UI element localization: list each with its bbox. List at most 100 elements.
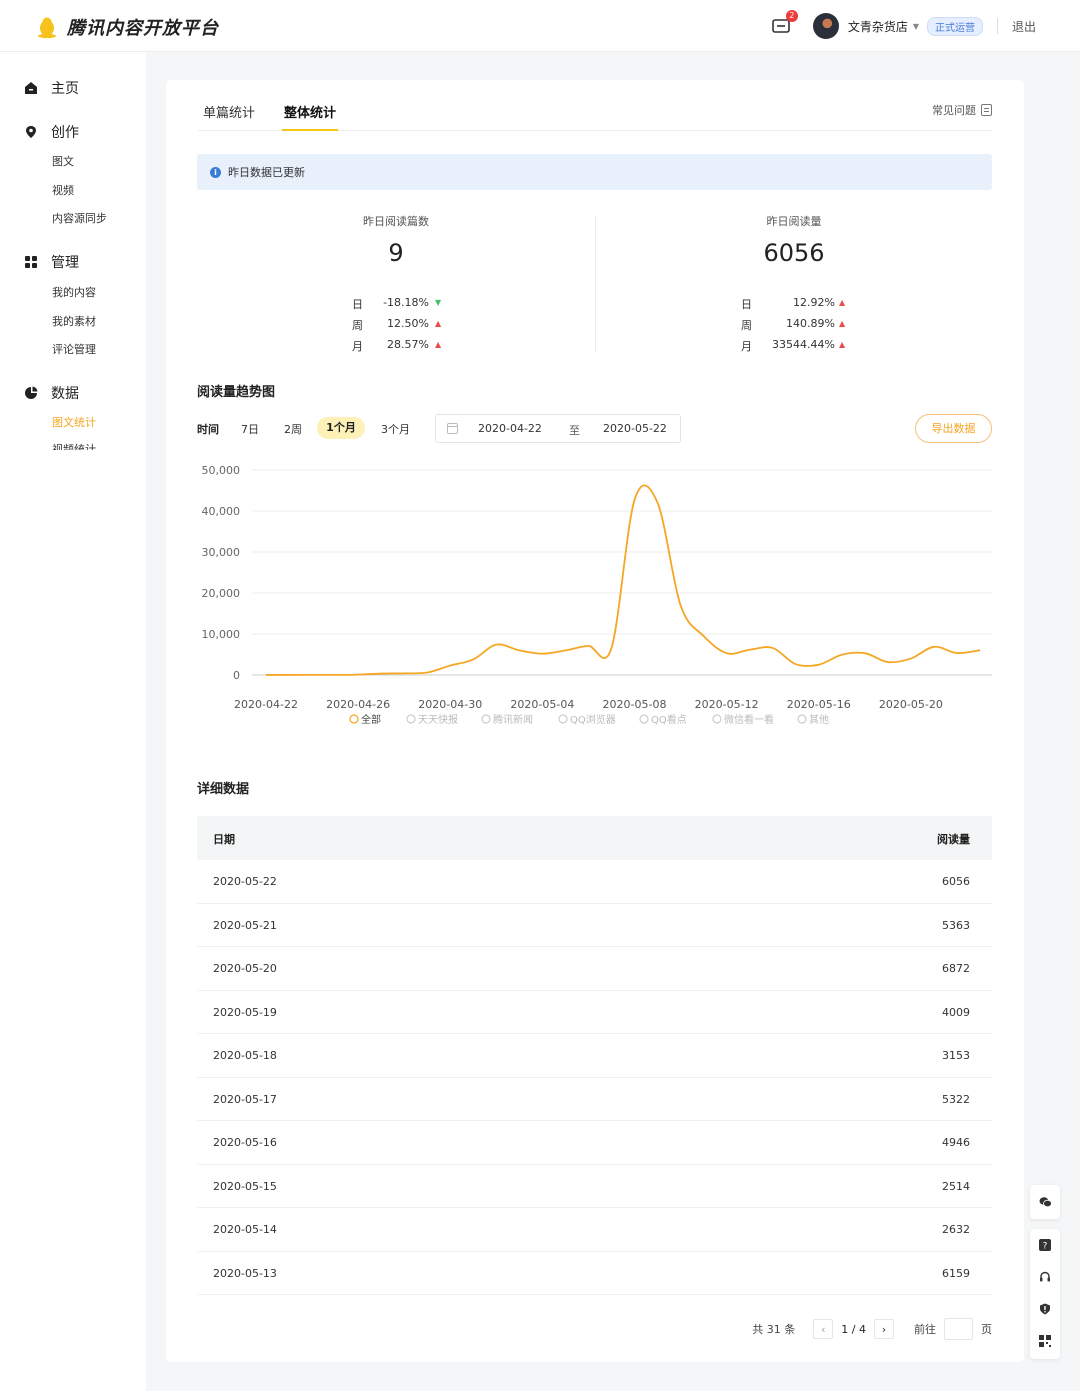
sidebar-item-create[interactable]: 创作 bbox=[24, 122, 79, 142]
sidebar-item-my-material[interactable]: 我的素材 bbox=[52, 313, 96, 329]
row-reads: 5363 bbox=[942, 918, 970, 932]
details-table: 日期 阅读量 2020-05-22 6056 2020-05-21 5363 2020-… bbox=[197, 816, 992, 1295]
wechat-icon bbox=[1039, 1196, 1052, 1208]
x-tick-label: 2020-05-08 bbox=[603, 698, 667, 711]
trend-title: 阅读量趋势图 bbox=[197, 385, 276, 400]
export-data-button[interactable]: 导出数据 bbox=[915, 414, 992, 443]
legend-item: 其他 bbox=[809, 713, 829, 726]
faq-link[interactable]: 常见问题 bbox=[932, 102, 992, 118]
range-1m[interactable]: 1个月 bbox=[317, 417, 365, 439]
legend-marker bbox=[797, 714, 807, 724]
top-header: 腾讯内容开放平台 2 文青杂货店 ▼ 正式运营 退出 bbox=[0, 0, 1080, 52]
stat-value: 9 bbox=[388, 239, 404, 267]
row-reads: 4009 bbox=[942, 1005, 970, 1019]
pagination: 共 31 条 ‹ 1 / 4 › 前往 页 bbox=[752, 1318, 992, 1340]
tab-single-stats[interactable]: 单篇统计 bbox=[203, 102, 255, 131]
stat-read-articles: 昨日阅读篇数 9 日 -18.18% ▼ 周 12.50% ▲ 月 28.57%… bbox=[197, 210, 595, 355]
x-tick-label: 2020-04-22 bbox=[234, 698, 298, 711]
row-date: 2020-05-18 bbox=[213, 1049, 277, 1062]
y-tick-label: 30,000 bbox=[202, 546, 241, 559]
range-3m[interactable]: 3个月 bbox=[381, 421, 410, 437]
tab-overall-stats[interactable]: 整体统计 bbox=[282, 102, 339, 131]
header-divider bbox=[996, 18, 998, 34]
sidebar-item-manage[interactable]: 管理 bbox=[24, 252, 79, 272]
page-jump-input[interactable] bbox=[944, 1318, 973, 1340]
stat-row-day: 日 12.92% ▲ bbox=[595, 296, 993, 317]
notice-text: 昨日数据已更新 bbox=[228, 166, 305, 179]
table-row: 2020-05-22 6056 bbox=[197, 860, 992, 904]
row-reads: 5322 bbox=[942, 1092, 970, 1106]
sidebar-item-source-sync[interactable]: 内容源同步 bbox=[52, 210, 107, 226]
row-label: 月 bbox=[741, 340, 752, 353]
table-row: 2020-05-17 5322 bbox=[197, 1078, 992, 1121]
row-label: 周 bbox=[741, 319, 752, 332]
up-arrow-icon: ▲ bbox=[435, 319, 442, 328]
sidebar-item-video-stats[interactable]: 视频统计 bbox=[52, 441, 96, 450]
sidebar-item-my-content[interactable]: 我的内容 bbox=[52, 284, 96, 300]
x-tick-label: 2020-05-16 bbox=[787, 698, 851, 711]
sidebar-item-home[interactable]: 主页 bbox=[24, 78, 79, 98]
row-pct: 12.50% bbox=[387, 317, 429, 330]
x-tick-label: 2020-05-04 bbox=[510, 698, 574, 711]
range-2w[interactable]: 2周 bbox=[284, 421, 302, 437]
up-arrow-icon: ▲ bbox=[435, 340, 442, 349]
legend-marker bbox=[406, 714, 416, 724]
shield-icon[interactable] bbox=[1039, 1303, 1051, 1315]
row-reads: 4946 bbox=[942, 1136, 970, 1149]
y-tick-label: 50,000 bbox=[202, 464, 241, 477]
up-arrow-icon: ▲ bbox=[839, 319, 846, 328]
chevron-left-icon[interactable]: ‹ bbox=[813, 1319, 834, 1339]
user-name[interactable]: 文青杂货店 bbox=[848, 18, 908, 35]
qr-code-icon[interactable] bbox=[1039, 1335, 1051, 1347]
sidebar-item-data[interactable]: 数据 bbox=[24, 383, 79, 403]
row-label: 日 bbox=[741, 298, 752, 311]
row-date: 2020-05-20 bbox=[213, 962, 277, 975]
legend-item: QQ看点 bbox=[651, 713, 687, 726]
legend-marker bbox=[349, 714, 359, 724]
y-tick-label: 0 bbox=[233, 669, 240, 682]
date-separator: 至 bbox=[569, 424, 580, 437]
sidebar-item-article[interactable]: 图文 bbox=[52, 153, 74, 169]
row-date: 2020-05-15 bbox=[213, 1179, 277, 1193]
goto-label: 前往 bbox=[914, 1323, 936, 1336]
grid-icon bbox=[24, 255, 38, 269]
location-pin-icon bbox=[24, 125, 38, 139]
date-end[interactable]: 2020-05-22 bbox=[603, 422, 667, 435]
x-tick-label: 2020-04-26 bbox=[326, 698, 390, 711]
table-row: 2020-05-20 6872 bbox=[197, 947, 992, 991]
legend-marker bbox=[712, 714, 722, 724]
up-arrow-icon: ▲ bbox=[839, 340, 846, 349]
headset-icon[interactable] bbox=[1039, 1271, 1051, 1283]
help-icon[interactable]: ? bbox=[1039, 1239, 1051, 1252]
stat-title: 昨日阅读量 bbox=[766, 215, 822, 228]
row-date: 2020-05-13 bbox=[213, 1266, 277, 1280]
row-reads: 6872 bbox=[942, 962, 970, 975]
y-tick-label: 40,000 bbox=[202, 505, 241, 518]
up-arrow-icon: ▲ bbox=[839, 298, 846, 307]
row-reads: 2632 bbox=[942, 1223, 970, 1236]
row-reads: 6159 bbox=[942, 1266, 970, 1280]
table-header: 日期 阅读量 bbox=[197, 816, 992, 860]
range-7d[interactable]: 7日 bbox=[241, 421, 259, 437]
table-row: 2020-05-15 2514 bbox=[197, 1165, 992, 1208]
sidebar-create-label: 创作 bbox=[51, 125, 79, 141]
legend-item: 天天快报 bbox=[418, 713, 458, 726]
row-label: 日 bbox=[352, 298, 363, 311]
date-start[interactable]: 2020-04-22 bbox=[478, 422, 542, 435]
legend-marker bbox=[558, 714, 568, 724]
logout-link[interactable]: 退出 bbox=[1012, 18, 1036, 35]
avatar[interactable] bbox=[812, 13, 839, 39]
stats-tabs: 单篇统计 整体统计 常见问题 bbox=[198, 102, 992, 131]
sidebar: 主页 创作 图文 视频 内容源同步 管理 我的内容 我的素材 评论管理 数据 图… bbox=[0, 52, 146, 1391]
floating-wechat[interactable] bbox=[1030, 1185, 1060, 1219]
date-range-picker[interactable]: 2020-04-22 至 2020-05-22 bbox=[435, 414, 681, 443]
chevron-right-icon[interactable]: › bbox=[874, 1319, 894, 1339]
brand-logo[interactable]: 腾讯内容开放平台 bbox=[36, 14, 219, 40]
table-row: 2020-05-14 2632 bbox=[197, 1208, 992, 1252]
sidebar-item-video[interactable]: 视频 bbox=[52, 182, 74, 198]
sidebar-item-article-stats[interactable]: 图文统计 bbox=[52, 414, 96, 430]
chevron-down-icon[interactable]: ▼ bbox=[913, 22, 919, 31]
pie-chart-icon bbox=[24, 386, 38, 400]
sidebar-item-comments[interactable]: 评论管理 bbox=[52, 341, 96, 357]
mail-icon[interactable]: 2 bbox=[771, 10, 798, 36]
